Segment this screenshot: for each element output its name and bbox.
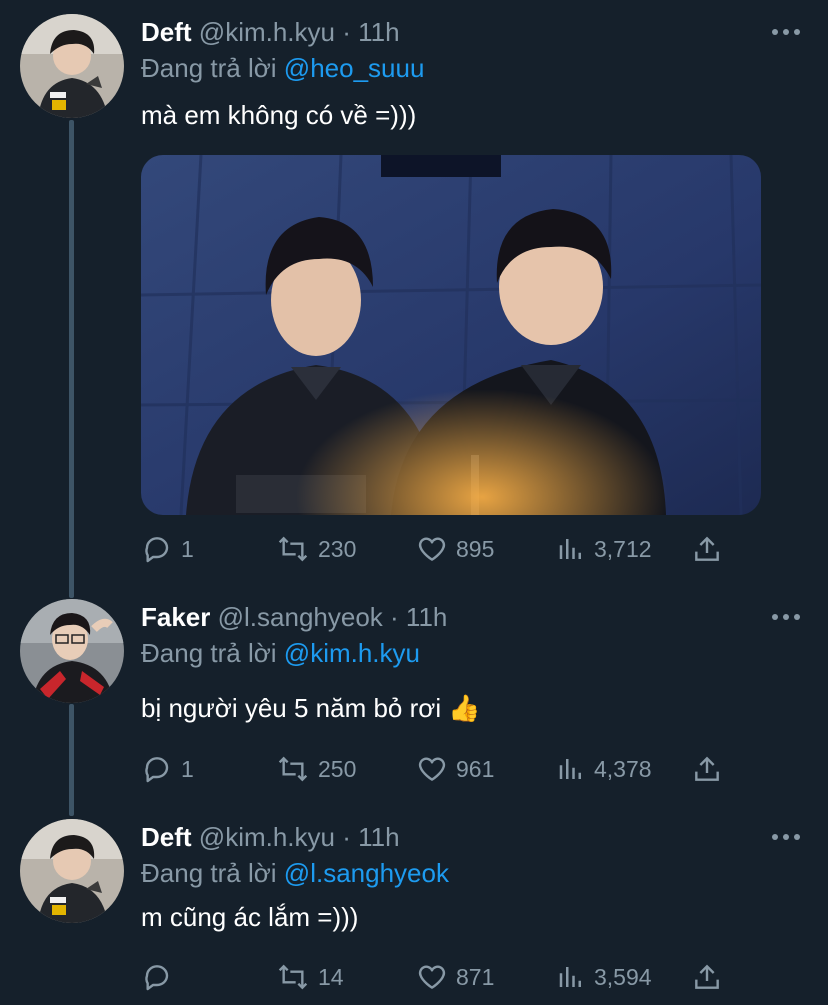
like-icon: [418, 757, 446, 781]
like-count: 961: [456, 755, 495, 782]
display-name[interactable]: Faker: [141, 602, 210, 632]
share-icon: [695, 756, 719, 781]
tweet[interactable]: Deft @kim.h.kyu · 11h Đang trả lời @heo_…: [0, 0, 828, 585]
avatar-deft[interactable]: [20, 14, 124, 118]
views-button[interactable]: 3,594: [556, 960, 652, 994]
tweet-text: mà em không có về =))): [141, 100, 417, 130]
retweet-count: 250: [318, 755, 357, 782]
like-icon: [418, 537, 446, 561]
replying-to-label: Đang trả lời: [141, 858, 277, 888]
tweet-text: m cũng ác lắm =))): [141, 902, 359, 932]
share-icon: [695, 536, 719, 561]
views-button[interactable]: 3,712: [556, 532, 652, 566]
retweet-icon: [278, 756, 308, 782]
view-count: 3,712: [594, 535, 652, 562]
tweet-photo[interactable]: [141, 155, 761, 515]
reply-count: 1: [181, 535, 194, 562]
timestamp[interactable]: 11h: [358, 17, 399, 47]
avatar-deft[interactable]: [20, 819, 124, 923]
separator-dot: ·: [342, 17, 351, 47]
tweet-actions: 1 250 961 4,378: [141, 752, 741, 786]
timestamp[interactable]: 11h: [406, 602, 447, 632]
reply-icon: [145, 965, 169, 991]
tweet-header: Faker @l.sanghyeok · 11h: [141, 601, 447, 633]
replying-to-mention[interactable]: @l.sanghyeok: [284, 858, 449, 888]
tweet-header: Deft @kim.h.kyu · 11h: [141, 821, 400, 853]
views-icon: [559, 967, 581, 987]
views-icon: [559, 759, 581, 779]
share-button[interactable]: [691, 960, 723, 994]
like-button[interactable]: 961: [416, 752, 494, 786]
tweet-text: bị người yêu 5 năm bỏ rơi 👍: [141, 693, 481, 723]
display-name[interactable]: Deft: [141, 822, 192, 852]
user-handle[interactable]: @kim.h.kyu: [199, 822, 335, 852]
retweet-icon: [278, 964, 308, 990]
user-handle[interactable]: @l.sanghyeok: [218, 602, 383, 632]
replying-to: Đang trả lời @heo_suuu: [141, 52, 424, 84]
like-count: 871: [456, 963, 495, 990]
share-button[interactable]: [691, 752, 723, 786]
retweet-count: 14: [318, 963, 344, 990]
replying-to-mention[interactable]: @heo_suuu: [284, 53, 425, 83]
tweet-actions: 1 230 895 3,712: [141, 532, 741, 566]
replying-to-label: Đang trả lời: [141, 53, 277, 83]
tweet-thread: Deft @kim.h.kyu · 11h Đang trả lời @heo_…: [0, 0, 828, 1005]
avatar-faker[interactable]: [20, 599, 124, 703]
more-options-icon[interactable]: [772, 22, 800, 42]
retweet-button[interactable]: 250: [276, 752, 356, 786]
user-handle[interactable]: @kim.h.kyu: [199, 17, 335, 47]
like-count: 895: [456, 535, 495, 562]
separator-dot: ·: [342, 822, 351, 852]
views-button[interactable]: 4,378: [556, 752, 652, 786]
reply-button[interactable]: 1: [141, 752, 194, 786]
retweet-button[interactable]: 230: [276, 532, 356, 566]
retweet-icon: [278, 536, 308, 562]
tweet[interactable]: Deft @kim.h.kyu · 11h Đang trả lời @l.sa…: [0, 805, 828, 1005]
reply-icon: [145, 757, 169, 783]
reply-icon: [145, 537, 169, 563]
views-icon: [559, 539, 581, 559]
timestamp[interactable]: 11h: [358, 822, 399, 852]
tweet-header: Deft @kim.h.kyu · 11h: [141, 16, 400, 48]
separator-dot: ·: [390, 602, 399, 632]
reply-button[interactable]: [141, 960, 181, 994]
view-count: 3,594: [594, 963, 652, 990]
replying-to: Đang trả lời @kim.h.kyu: [141, 637, 420, 669]
share-button[interactable]: [691, 532, 723, 566]
like-button[interactable]: 871: [416, 960, 494, 994]
display-name[interactable]: Deft: [141, 17, 192, 47]
reply-count: 1: [181, 755, 194, 782]
replying-to-mention[interactable]: @kim.h.kyu: [284, 638, 420, 668]
share-icon: [695, 964, 719, 989]
retweet-count: 230: [318, 535, 357, 562]
replying-to-label: Đang trả lời: [141, 638, 277, 668]
like-button[interactable]: 895: [416, 532, 494, 566]
view-count: 4,378: [594, 755, 652, 782]
tweet-actions: 14 871 3,594: [141, 960, 741, 994]
retweet-button[interactable]: 14: [276, 960, 344, 994]
reply-button[interactable]: 1: [141, 532, 194, 566]
more-options-icon[interactable]: [772, 827, 800, 847]
tweet[interactable]: Faker @l.sanghyeok · 11h Đang trả lời @k…: [0, 585, 828, 805]
like-icon: [418, 965, 446, 989]
more-options-icon[interactable]: [772, 607, 800, 627]
replying-to: Đang trả lời @l.sanghyeok: [141, 857, 449, 889]
